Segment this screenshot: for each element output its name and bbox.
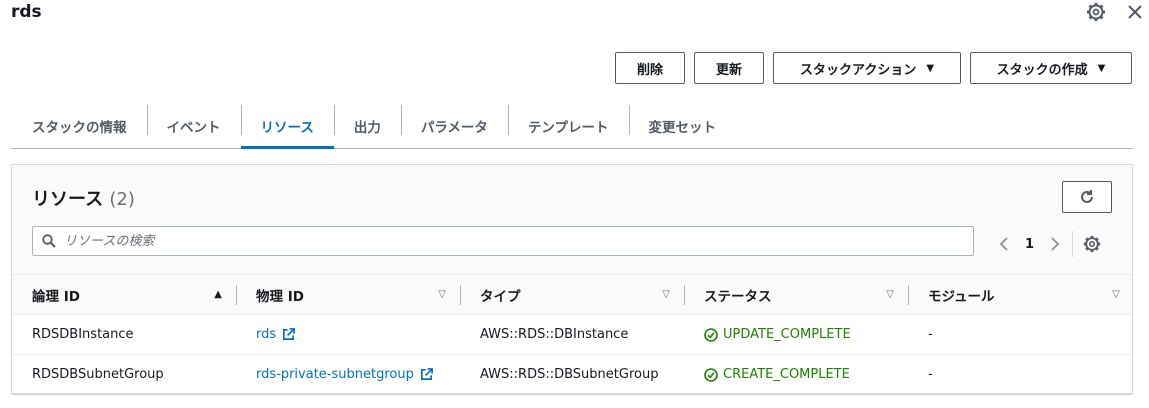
tab-template[interactable]: テンプレート bbox=[507, 103, 629, 148]
table-row: RDSDBInstance rds AWS::RDS::DBInstance U… bbox=[12, 314, 1132, 354]
table-preferences-gear-icon[interactable] bbox=[1083, 235, 1101, 253]
table-row: RDSDBSubnetGroup rds-private-subnetgroup… bbox=[12, 354, 1132, 393]
stack-actions-dropdown[interactable]: スタックアクション ▼ bbox=[773, 52, 961, 84]
column-header-label: 物理 ID bbox=[256, 288, 304, 305]
column-header-label: ステータス bbox=[704, 288, 772, 305]
panel-title: リソース (2) bbox=[32, 185, 135, 211]
tab-change-sets[interactable]: 変更セット bbox=[628, 103, 737, 148]
physical-id-link[interactable]: rds bbox=[256, 327, 296, 342]
physical-id-cell: rds bbox=[236, 315, 460, 354]
tab-events[interactable]: イベント bbox=[146, 103, 241, 148]
physical-id-cell: rds-private-subnetgroup bbox=[236, 355, 460, 393]
sort-caret-icon: ▽ bbox=[1112, 289, 1120, 300]
type-cell: AWS::RDS::DBInstance bbox=[480, 327, 629, 342]
chevron-right-icon[interactable] bbox=[1048, 234, 1062, 254]
close-icon[interactable] bbox=[1127, 4, 1143, 20]
tab-label: 出力 bbox=[353, 119, 381, 136]
column-header-module[interactable]: モジュール ▽ bbox=[908, 275, 1132, 314]
tab-label: 変更セット bbox=[648, 119, 717, 136]
column-header-physical-id[interactable]: 物理 ID ▽ bbox=[236, 275, 460, 314]
sort-caret-icon: ▽ bbox=[886, 289, 894, 300]
column-header-label: タイプ bbox=[480, 288, 521, 305]
logical-id-cell: RDSDBSubnetGroup bbox=[32, 367, 164, 382]
pagination: 1 bbox=[997, 231, 1101, 257]
tab-label: スタックの情報 bbox=[32, 119, 127, 136]
delete-button[interactable]: 削除 bbox=[615, 52, 685, 84]
stack-action-bar: 削除 更新 スタックアクション ▼ スタックの作成 ▼ bbox=[615, 52, 1132, 84]
tab-label: リソース bbox=[260, 119, 314, 136]
module-cell: - bbox=[928, 327, 933, 342]
resource-search-field[interactable] bbox=[32, 226, 974, 256]
tab-stack-info[interactable]: スタックの情報 bbox=[11, 103, 147, 148]
tab-outputs[interactable]: 出力 bbox=[333, 103, 401, 148]
caret-down-icon: ▼ bbox=[926, 62, 935, 74]
tab-label: テンプレート bbox=[527, 119, 609, 136]
window-controls bbox=[1086, 2, 1143, 22]
refresh-icon bbox=[1081, 190, 1093, 203]
update-button[interactable]: 更新 bbox=[694, 52, 764, 84]
pager-divider bbox=[1072, 231, 1074, 257]
tab-resources[interactable]: リソース bbox=[240, 103, 335, 149]
status-cell: UPDATE_COMPLETE bbox=[684, 315, 908, 354]
sort-caret-icon: ▽ bbox=[438, 289, 446, 300]
module-cell: - bbox=[928, 367, 933, 382]
logical-id-cell: RDSDBInstance bbox=[32, 327, 134, 342]
create-stack-dropdown[interactable]: スタックの作成 ▼ bbox=[970, 52, 1132, 84]
column-header-label: モジュール bbox=[928, 288, 995, 305]
update-button-label: 更新 bbox=[715, 62, 742, 78]
stack-detail-tabs: スタックの情報 イベント リソース 出力 パラメータ テンプレート 変更セット bbox=[11, 103, 1133, 149]
resource-search-input[interactable] bbox=[64, 233, 944, 249]
stack-actions-label: スタックアクション bbox=[799, 62, 917, 78]
physical-id-link[interactable]: rds-private-subnetgroup bbox=[256, 367, 433, 382]
physical-id-link-text: rds bbox=[256, 327, 277, 342]
external-link-icon bbox=[283, 328, 296, 340]
settings-gear-icon[interactable] bbox=[1086, 2, 1106, 22]
chevron-left-icon[interactable] bbox=[997, 234, 1011, 254]
sort-caret-icon: ▽ bbox=[662, 289, 670, 300]
status-text: CREATE_COMPLETE bbox=[723, 367, 850, 382]
status-cell: CREATE_COMPLETE bbox=[684, 355, 908, 393]
tab-label: イベント bbox=[166, 119, 221, 136]
column-header-logical-id[interactable]: 論理 ID ▲ bbox=[12, 275, 236, 314]
caret-down-icon: ▼ bbox=[1097, 62, 1106, 74]
page-title: rds bbox=[11, 2, 42, 22]
column-header-type[interactable]: タイプ ▽ bbox=[460, 275, 684, 314]
refresh-button[interactable] bbox=[1062, 181, 1112, 213]
current-page[interactable]: 1 bbox=[1025, 237, 1034, 252]
panel-title-text: リソース bbox=[32, 189, 104, 210]
physical-id-link-text: rds-private-subnetgroup bbox=[256, 367, 414, 382]
tab-label: パラメータ bbox=[420, 119, 488, 136]
search-icon bbox=[42, 234, 56, 248]
create-stack-label: スタックの作成 bbox=[996, 62, 1088, 78]
status-text: UPDATE_COMPLETE bbox=[723, 327, 851, 342]
tab-parameters[interactable]: パラメータ bbox=[400, 103, 508, 148]
resource-count: (2) bbox=[109, 189, 135, 210]
success-check-icon bbox=[704, 327, 718, 342]
column-header-status[interactable]: ステータス ▽ bbox=[684, 275, 908, 314]
success-check-icon bbox=[704, 367, 718, 382]
external-link-icon bbox=[420, 368, 433, 380]
table-header-row: 論理 ID ▲ 物理 ID ▽ タイプ ▽ ステータス ▽ モジュール ▽ bbox=[12, 274, 1132, 314]
column-header-label: 論理 ID bbox=[32, 288, 80, 305]
status-badge: CREATE_COMPLETE bbox=[704, 367, 850, 382]
delete-button-label: 削除 bbox=[636, 62, 663, 78]
resources-panel: リソース (2) 1 bbox=[11, 164, 1133, 394]
status-badge: UPDATE_COMPLETE bbox=[704, 327, 851, 342]
type-cell: AWS::RDS::DBSubnetGroup bbox=[480, 367, 659, 382]
sort-ascending-icon: ▲ bbox=[214, 289, 222, 300]
resources-table: 論理 ID ▲ 物理 ID ▽ タイプ ▽ ステータス ▽ モジュール ▽ RDSDBIn… bbox=[12, 274, 1132, 393]
